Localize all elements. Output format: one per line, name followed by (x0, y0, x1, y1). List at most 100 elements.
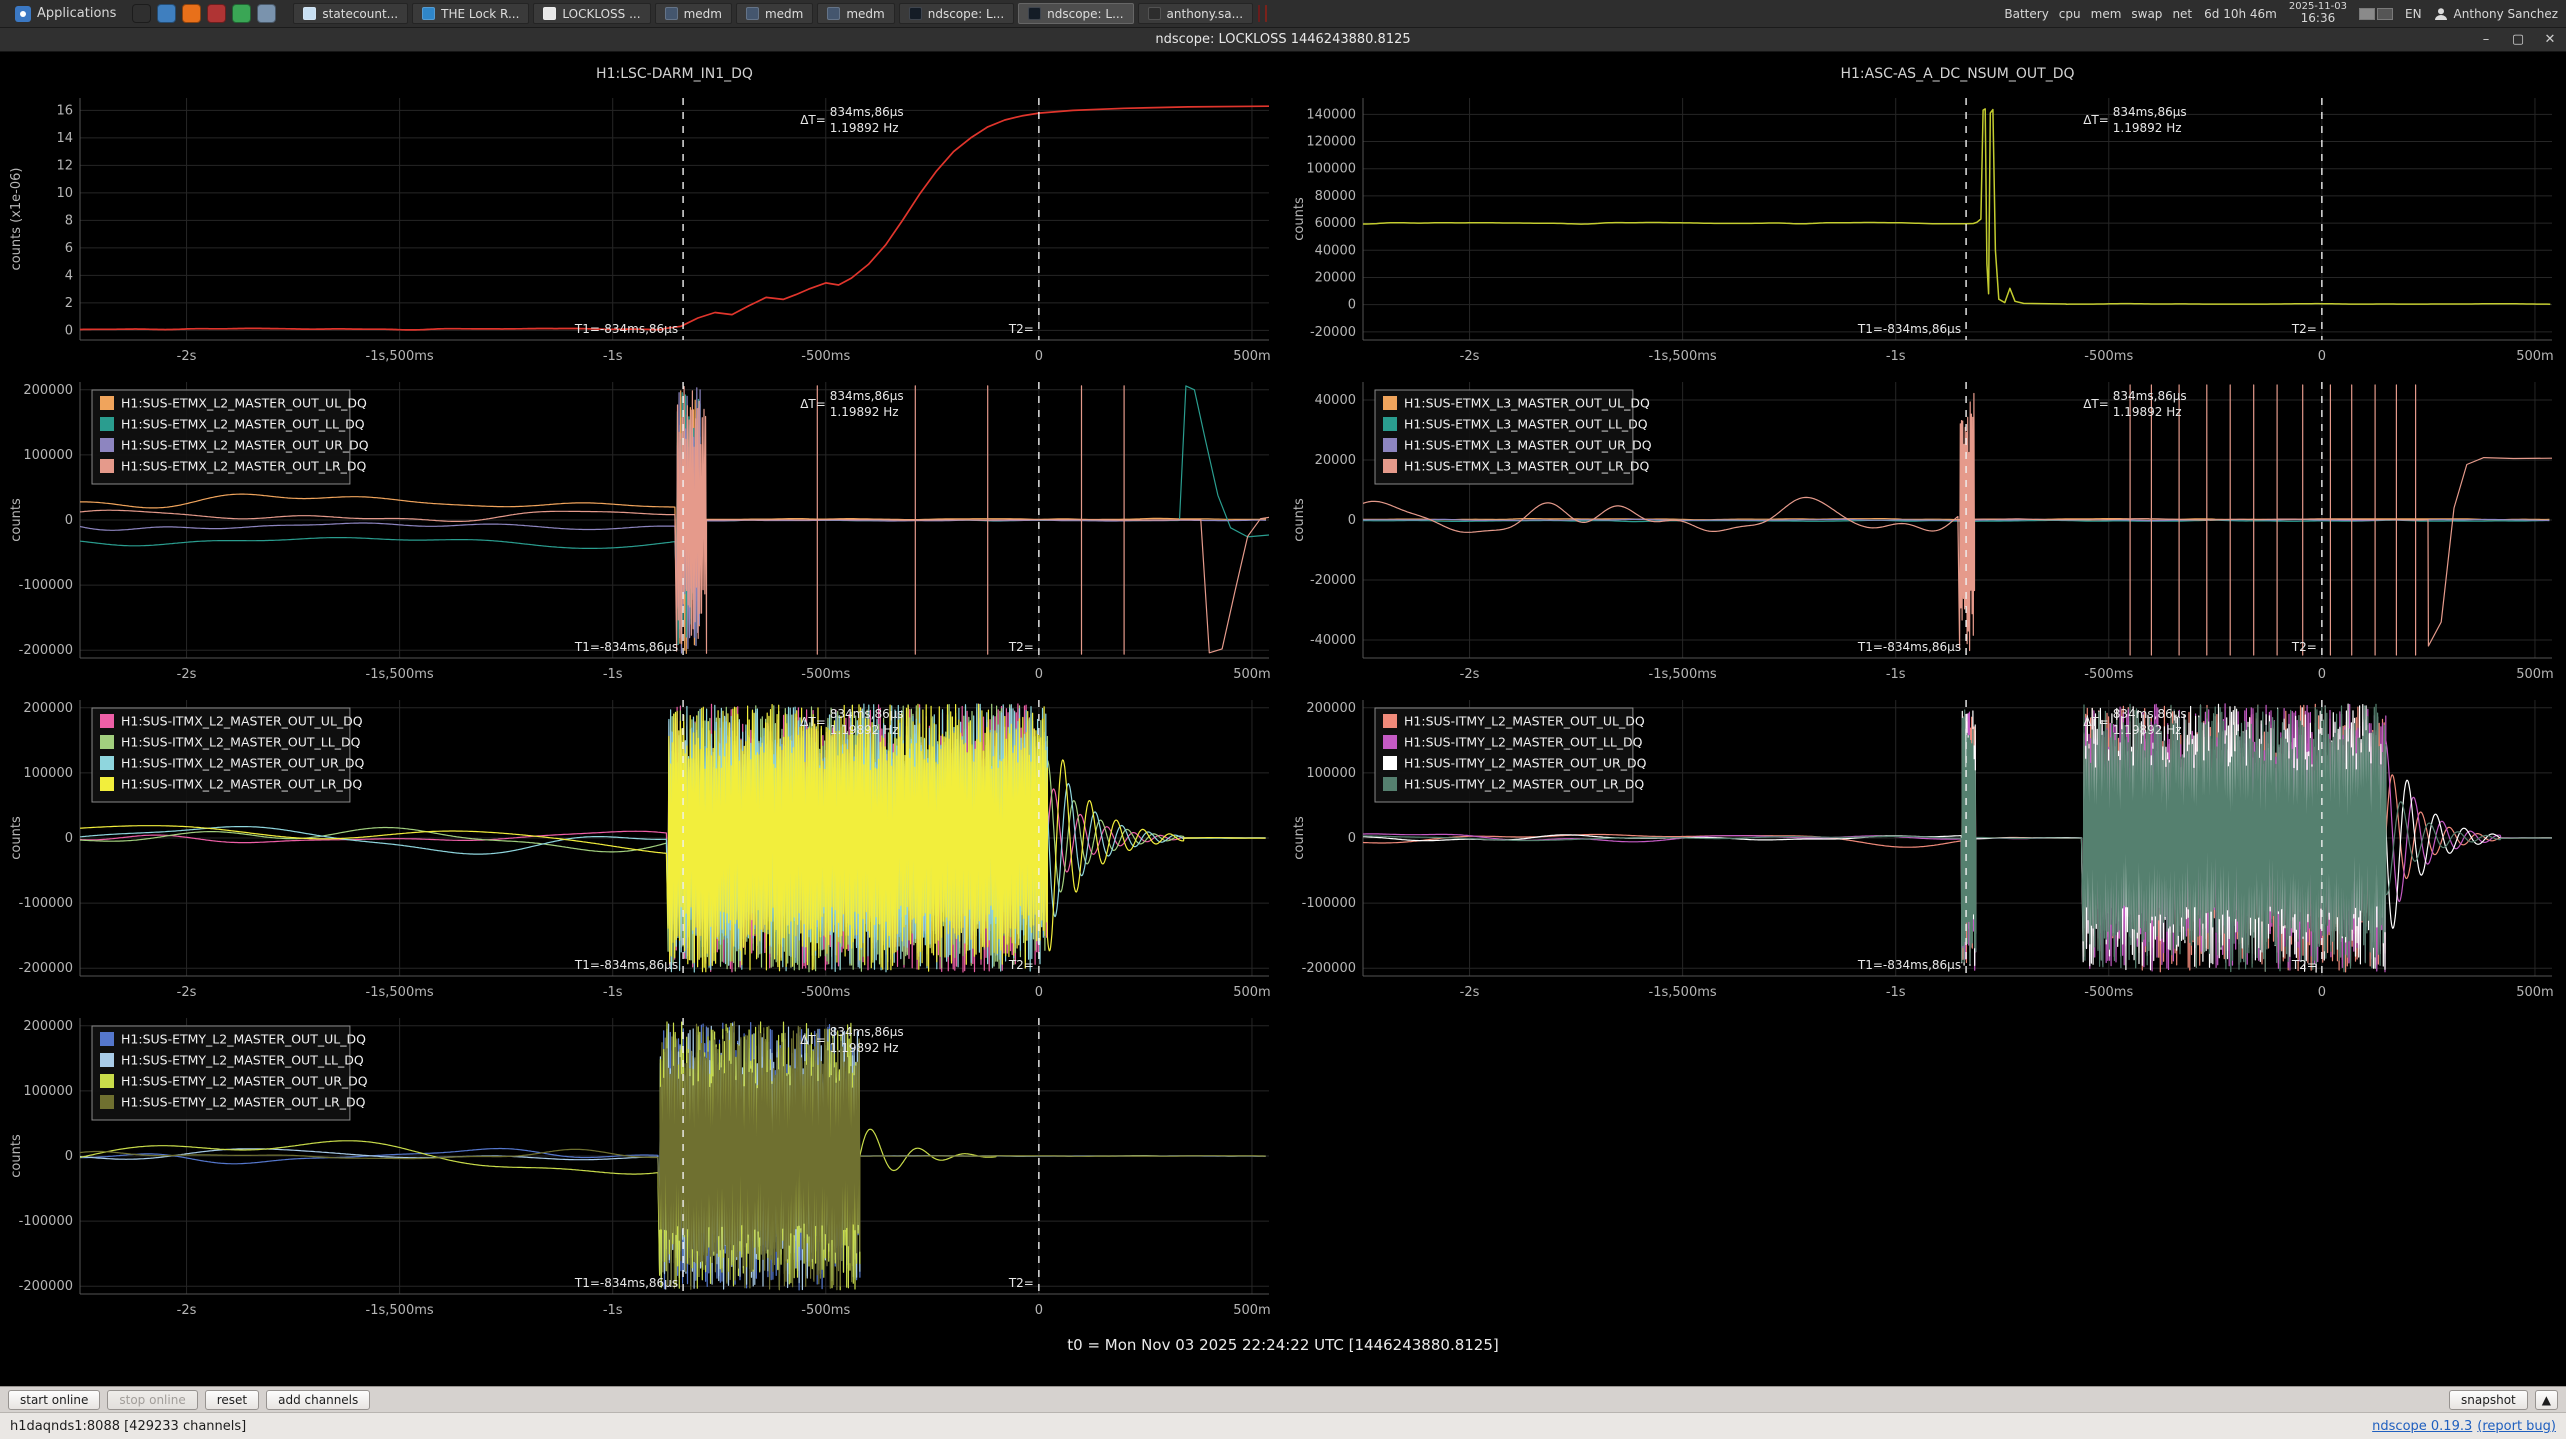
user-menu[interactable]: Anthony Sanchez (2434, 7, 2558, 21)
start-online-button[interactable]: start online (8, 1390, 100, 1410)
dt-value: 834ms,86µs (830, 389, 904, 403)
taskbar-window-8[interactable]: anthony.sa... (1138, 3, 1253, 24)
y-tick-label: -200000 (19, 643, 73, 658)
document-icon (303, 7, 316, 20)
alert-app-icon-1[interactable] (1258, 5, 1260, 22)
applications-menu[interactable]: Applications (8, 5, 123, 23)
workspace-2[interactable] (2377, 8, 2393, 20)
share-launcher-icon[interactable] (232, 4, 251, 23)
legend-label: H1:SUS-ITMX_L2_MASTER_OUT_UR_DQ (121, 756, 365, 771)
empty-plot-cell (1283, 1006, 2566, 1324)
x-tick-label: 500m (1233, 667, 1270, 682)
terminal-icon (1148, 7, 1161, 20)
y-tick-label: 6 (65, 241, 73, 256)
snapshot-button[interactable]: snapshot (2449, 1390, 2528, 1410)
cursor-t1-label: T1=-834ms,86µs (574, 640, 678, 654)
plot-canvas-2[interactable]: -2s-1s,500ms-1s-500ms0500m-2000002000040… (1283, 52, 2566, 370)
taskbar-window-label: medm (846, 7, 884, 21)
dt-value: 834ms,86µs (2113, 389, 2187, 403)
x-tick-label: 0 (2318, 667, 2326, 682)
applications-label: Applications (37, 6, 116, 21)
window-title: ndscope: LOCKLOSS 1446243880.8125 (0, 32, 2566, 47)
x-tick-label: -1s (603, 349, 623, 364)
server-status: h1daqnds1:8088 [429233 channels] (10, 1419, 246, 1434)
clock[interactable]: 2025-11-03 16:36 (2289, 1, 2347, 25)
y-tick-label: 2 (65, 296, 73, 311)
version-link[interactable]: ndscope 0.19.3 (2372, 1419, 2472, 1434)
y-tick-label: -100000 (1302, 896, 1356, 911)
applications-icon (15, 6, 31, 22)
plot-canvas-6[interactable]: -2s-1s,500ms-1s-500ms0500m-200000-100000… (1283, 688, 2566, 1006)
files-launcher-icon[interactable] (157, 4, 176, 23)
tray-swap-monitor[interactable]: swap (2131, 7, 2162, 21)
y-tick-label: 120000 (1306, 135, 1356, 150)
legend-label: H1:SUS-ETMX_L2_MASTER_OUT_UR_DQ (121, 438, 369, 453)
taskbar-window-6[interactable]: ndscope: L... (899, 3, 1014, 24)
y-tick-label: 100000 (23, 448, 73, 463)
x-tick-label: -2s (177, 985, 197, 1000)
taskbar-window-4[interactable]: medm (736, 3, 813, 24)
workspace-1[interactable] (2359, 8, 2375, 20)
tray-mem-monitor[interactable]: mem (2091, 7, 2122, 21)
y-tick-label: -100000 (19, 1214, 73, 1229)
dt-value: 834ms,86µs (2113, 105, 2187, 119)
legend-swatch (100, 396, 114, 410)
dt-value: 834ms,86µs (2113, 707, 2187, 721)
legend-swatch (100, 714, 114, 728)
y-tick-label: 100000 (23, 1084, 73, 1099)
taskbar-window-0[interactable]: statecount... (293, 3, 408, 24)
x-tick-label: -2s (177, 1303, 197, 1318)
x-tick-label: -1s,500ms (366, 667, 434, 682)
keyboard-layout[interactable]: EN (2405, 7, 2422, 21)
minimize-button[interactable]: – (2470, 32, 2502, 47)
window-controls: – ▢ ✕ (2470, 32, 2566, 47)
window-titlebar[interactable]: ndscope: LOCKLOSS 1446243880.8125 – ▢ ✕ (0, 28, 2566, 52)
taskbar-window-3[interactable]: medm (655, 3, 732, 24)
dt-frequency: 1.19892 Hz (830, 723, 899, 737)
legend-swatch (100, 1074, 114, 1088)
editor-launcher-icon[interactable] (257, 4, 276, 23)
maximize-button[interactable]: ▢ (2502, 32, 2534, 47)
x-tick-label: -2s (177, 349, 197, 364)
taskbar-window-2[interactable]: LOCKLOSS ... (533, 3, 650, 24)
medm-icon (665, 7, 678, 20)
legend-label: H1:SUS-ITMY_L2_MASTER_OUT_LL_DQ (1404, 735, 1643, 750)
y-axis-label: counts (9, 1134, 24, 1178)
legend-swatch (1383, 735, 1397, 749)
x-tick-label: 0 (1035, 349, 1043, 364)
mail-launcher-icon[interactable] (207, 4, 226, 23)
firefox-launcher-icon[interactable] (182, 4, 201, 23)
cursor-t2-label: T2= (1008, 958, 1034, 972)
x-tick-label: -1s,500ms (1649, 667, 1717, 682)
expand-button[interactable]: ▲ (2535, 1390, 2558, 1410)
taskbar-window-label: statecount... (322, 7, 398, 21)
x-tick-label: 0 (1035, 1303, 1043, 1318)
reset-button[interactable]: reset (205, 1390, 259, 1410)
plot-canvas-3[interactable]: -2s-1s,500ms-1s-500ms0500m-200000-100000… (0, 370, 1283, 688)
plot-canvas-7[interactable]: -2s-1s,500ms-1s-500ms0500m-200000-100000… (0, 1006, 1283, 1324)
plot-cell-5: -2s-1s,500ms-1s-500ms0500m-200000-100000… (0, 688, 1283, 1006)
tray-battery-monitor[interactable]: Battery (2004, 7, 2048, 21)
taskbar-window-7[interactable]: ndscope: L... (1018, 3, 1133, 24)
legend-label: H1:SUS-ETMX_L3_MASTER_OUT_UL_DQ (1404, 396, 1650, 411)
y-tick-label: -200000 (1302, 961, 1356, 976)
tray-cpu-monitor[interactable]: cpu (2059, 7, 2081, 21)
taskbar-window-1[interactable]: THE Lock R... (412, 3, 529, 24)
x-tick-label: 500m (1233, 1303, 1270, 1318)
close-button[interactable]: ✕ (2534, 32, 2566, 47)
plot-canvas-5[interactable]: -2s-1s,500ms-1s-500ms0500m-200000-100000… (0, 688, 1283, 1006)
plot-canvas-4[interactable]: -2s-1s,500ms-1s-500ms0500m-40000-2000002… (1283, 370, 2566, 688)
report-bug-link[interactable]: (report bug) (2477, 1419, 2556, 1434)
plot-cell-2: -2s-1s,500ms-1s-500ms0500m-2000002000040… (1283, 52, 2566, 370)
plot-canvas-1[interactable]: -2s-1s,500ms-1s-500ms0500m0246810121416T… (0, 52, 1283, 370)
tray-net-monitor[interactable]: net (2172, 7, 2192, 21)
terminal-launcher-icon[interactable] (132, 4, 151, 23)
alert-app-icon-2[interactable] (1265, 5, 1267, 22)
y-tick-label: -40000 (1310, 633, 1356, 648)
workspace-switcher[interactable] (2359, 8, 2393, 20)
legend-label: H1:SUS-ETMX_L2_MASTER_OUT_LL_DQ (121, 417, 365, 432)
taskbar-window-list: statecount...THE Lock R...LOCKLOSS ...me… (293, 3, 1253, 24)
taskbar-window-5[interactable]: medm (817, 3, 894, 24)
dt-prefix: ΔT= (2083, 715, 2109, 729)
add-channels-button[interactable]: add channels (266, 1390, 370, 1410)
